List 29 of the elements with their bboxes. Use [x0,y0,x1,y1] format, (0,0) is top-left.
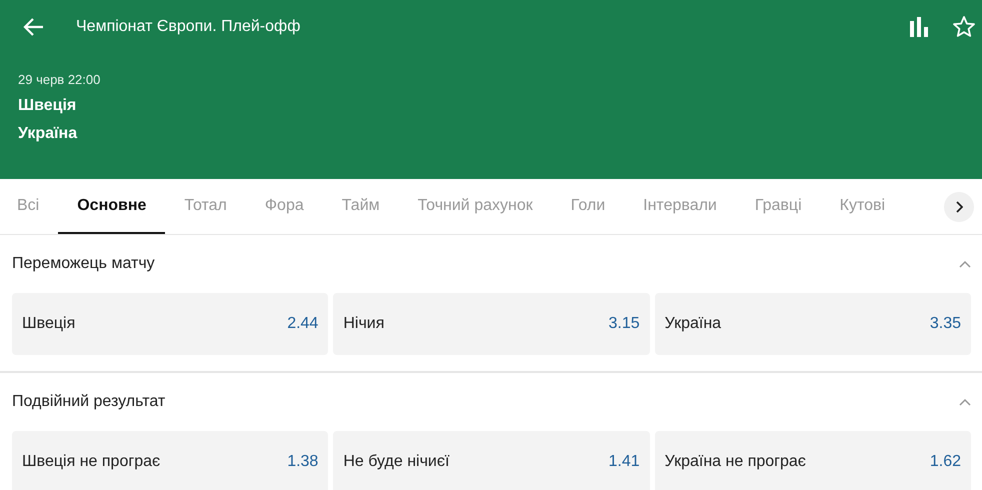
tab[interactable]: Голи [552,179,624,234]
star-icon[interactable] [952,15,976,39]
odds-button[interactable]: Швеція 2.44 [12,293,328,355]
tab[interactable]: Гравці [736,179,821,234]
team-name: Україна [18,125,78,143]
market-title: Подвійний результат [12,393,166,411]
collapse-icon[interactable] [959,398,971,406]
scroll-right-button[interactable] [944,192,974,222]
match-date: 29 черв 22:00 [18,72,102,87]
odds-button[interactable]: Україна не програє 1.62 [654,431,971,490]
tab[interactable]: Фора [246,179,323,234]
tab[interactable]: Основне [58,179,166,234]
tab[interactable]: Кутові [820,179,904,234]
market-title: Переможець матчу [12,255,155,273]
back-icon[interactable] [22,17,44,37]
tab[interactable]: Всі [0,179,58,234]
tab[interactable]: Точний рахунок [398,179,552,234]
odds-button[interactable]: Нічия 3.15 [333,293,650,355]
team-name: Швеція [18,97,78,115]
chevron-right-icon [955,200,963,212]
odds-button[interactable]: Не буде нічиєї 1.41 [333,431,650,490]
tab[interactable]: Тотал [165,179,246,234]
tab[interactable]: Тайм [322,179,399,234]
odds-button[interactable]: Україна 3.35 [654,293,971,355]
odds-button[interactable]: Швеція не програє 1.38 [12,431,328,490]
league-title: Чемпіонат Європи. Плей-офф [76,18,300,36]
statistics-icon[interactable] [910,17,930,37]
tab[interactable]: Інтервали [624,179,736,234]
collapse-icon[interactable] [959,260,971,268]
